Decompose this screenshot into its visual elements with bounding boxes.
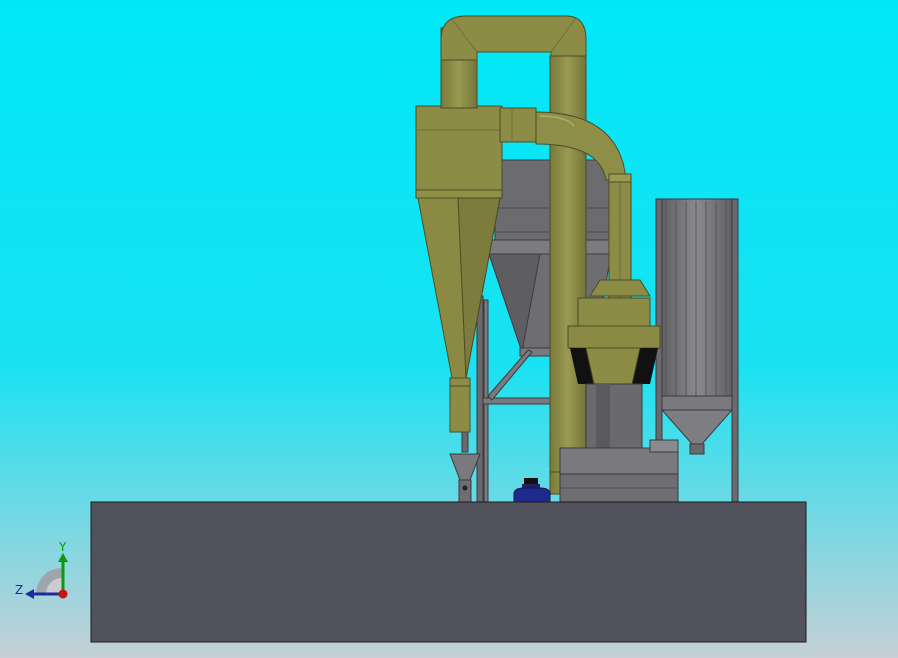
cad-viewport[interactable]: Y Z [0,0,898,658]
mill-assembly-model[interactable]: Y Z [0,0,898,658]
triad-y-label: Y [58,540,67,554]
base-foundation-slab[interactable] [90,501,807,643]
triad-z-label: Z [15,583,23,597]
